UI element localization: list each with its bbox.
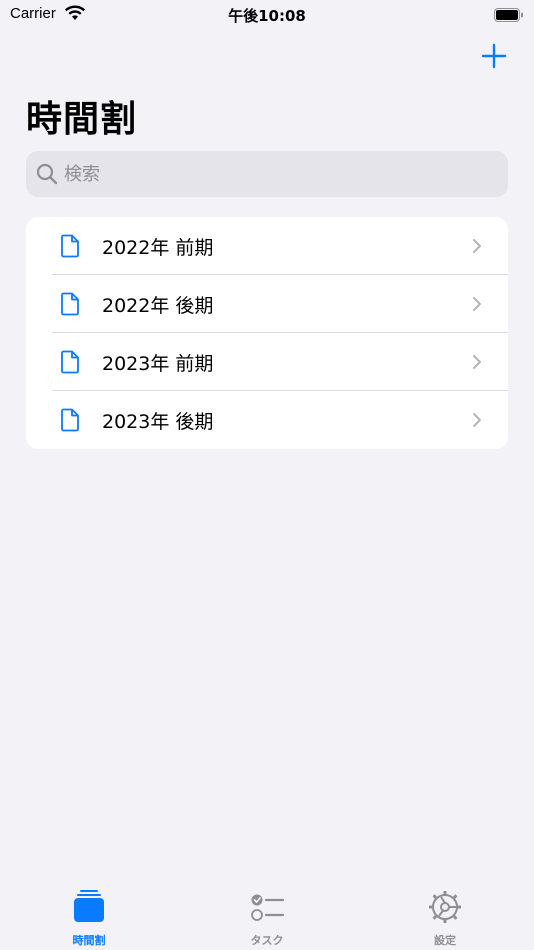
list-item-label: 2022年 前期 bbox=[102, 237, 214, 259]
search-input[interactable] bbox=[64, 151, 484, 197]
timetable-list: 2022年 前期 2022年 後期 2023年 前期 2023年 後期 bbox=[26, 217, 508, 449]
list-item-label: 2022年 後期 bbox=[102, 295, 214, 317]
page-title: 時間割 bbox=[26, 99, 138, 140]
status-time: 午後10:08 bbox=[228, 7, 306, 25]
status-bar: Carrier 午後10:08 bbox=[0, 0, 534, 30]
search-bar[interactable] bbox=[26, 151, 508, 197]
plus-icon bbox=[481, 43, 507, 69]
battery-icon bbox=[494, 7, 524, 26]
document-icon bbox=[60, 350, 80, 378]
document-icon bbox=[60, 234, 80, 262]
tab-settings[interactable]: 設定 bbox=[356, 888, 534, 950]
timetable-icon bbox=[72, 888, 106, 928]
tab-tasks[interactable]: タスク bbox=[178, 888, 356, 950]
tab-label: タスク bbox=[250, 934, 284, 947]
list-item[interactable]: 2023年 後期 bbox=[26, 391, 508, 449]
list-item-label: 2023年 後期 bbox=[102, 411, 214, 433]
gear-icon bbox=[427, 888, 463, 928]
add-timetable-button[interactable] bbox=[480, 42, 508, 70]
task-list-icon bbox=[249, 888, 285, 928]
tab-label: 時間割 bbox=[72, 934, 106, 947]
list-item[interactable]: 2022年 前期 bbox=[26, 217, 508, 275]
tab-bar: 時間割 タスク 設定 bbox=[0, 888, 534, 950]
tab-timetable[interactable]: 時間割 bbox=[0, 888, 178, 950]
chevron-right-icon bbox=[472, 238, 482, 258]
search-icon bbox=[36, 163, 58, 185]
chevron-right-icon bbox=[472, 412, 482, 432]
list-item[interactable]: 2022年 後期 bbox=[26, 275, 508, 333]
list-item-label: 2023年 前期 bbox=[102, 353, 214, 375]
list-item[interactable]: 2023年 前期 bbox=[26, 333, 508, 391]
document-icon bbox=[60, 292, 80, 320]
chevron-right-icon bbox=[472, 296, 482, 316]
chevron-right-icon bbox=[472, 354, 482, 374]
document-icon bbox=[60, 408, 80, 436]
tab-label: 設定 bbox=[434, 934, 456, 947]
